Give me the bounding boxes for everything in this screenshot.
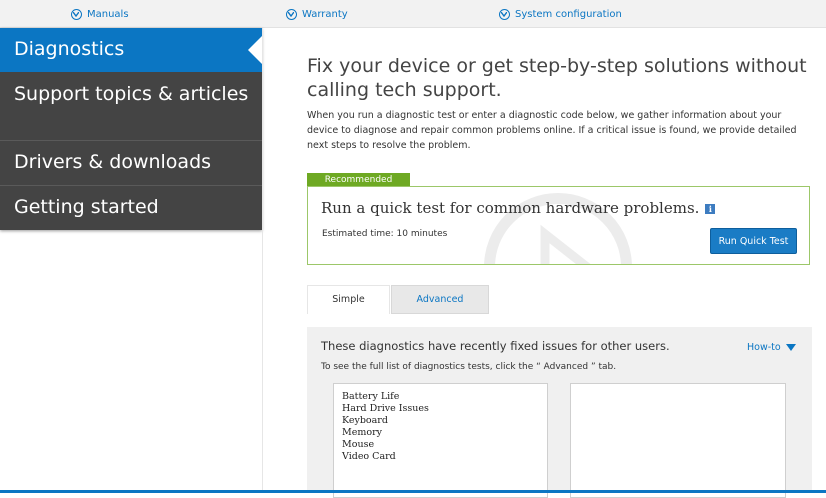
tab-simple[interactable]: Simple (307, 285, 390, 314)
tab-advanced[interactable]: Advanced (391, 285, 489, 314)
page-title: Fix your device or get step-by-step solu… (307, 55, 807, 101)
how-to-link[interactable]: How-to (747, 342, 796, 353)
manuals-label: Manuals (87, 8, 129, 20)
chevron-down-icon (71, 8, 82, 20)
intro-text: When you run a diagnostic test or enter … (307, 110, 797, 151)
list-item[interactable]: Keyboard (342, 415, 539, 427)
sidebar-item-getting-started[interactable]: Getting started (0, 196, 262, 219)
panel-title: These diagnostics have recently fixed is… (321, 339, 670, 353)
info-icon[interactable]: i (705, 204, 716, 214)
warranty-link[interactable]: Warranty (286, 6, 348, 22)
list-item[interactable]: Battery Life (342, 391, 539, 403)
chevron-down-icon (286, 8, 297, 20)
panel-subtitle: To see the full list of diagnostics test… (321, 362, 617, 372)
caret-down-icon (785, 344, 796, 351)
chevron-down-icon (499, 8, 510, 20)
sidebar-divider (0, 140, 262, 141)
quick-test-title-text: Run a quick test for common hardware pro… (321, 199, 700, 217)
sidebar-item-label: Support topics & articles (14, 83, 249, 105)
sidebar-item-label: Diagnostics (14, 38, 125, 60)
list-item[interactable]: Memory (342, 427, 539, 439)
recommended-badge: Recommended (307, 173, 410, 187)
system-configuration-label: System configuration (515, 8, 622, 20)
sidebar-item-label: Drivers & downloads (14, 151, 212, 173)
top-nav-bar: Manuals Warranty System configuration (0, 0, 826, 28)
sidebar-item-diagnostics[interactable]: Diagnostics (0, 28, 262, 72)
diagnostics-list[interactable]: Battery Life Hard Drive Issues Keyboard … (333, 383, 548, 498)
list-item[interactable]: Mouse (342, 439, 539, 451)
estimated-time: Estimated time: 10 minutes (322, 229, 448, 239)
active-pointer-arrow (248, 36, 262, 64)
how-to-label: How-to (747, 342, 781, 353)
warranty-label: Warranty (302, 8, 348, 20)
sidebar: Diagnostics Support topics & articles Dr… (0, 28, 262, 230)
sidebar-item-support-topics[interactable]: Support topics & articles (0, 83, 262, 106)
list-item[interactable]: Video Card (342, 451, 539, 463)
list-item[interactable]: Hard Drive Issues (342, 403, 539, 415)
system-configuration-link[interactable]: System configuration (499, 6, 622, 22)
diagnostic-detail-box (570, 383, 786, 498)
diagnostics-panel: These diagnostics have recently fixed is… (307, 327, 812, 498)
manuals-link[interactable]: Manuals (71, 6, 129, 22)
quick-test-card: Run a quick test for common hardware pro… (307, 186, 810, 265)
run-quick-test-button[interactable]: Run Quick Test (710, 228, 797, 254)
content-divider (262, 28, 263, 493)
sidebar-item-label: Getting started (14, 196, 159, 218)
quick-test-title: Run a quick test for common hardware pro… (321, 199, 716, 217)
sidebar-item-drivers-downloads[interactable]: Drivers & downloads (0, 151, 262, 174)
sidebar-divider (0, 185, 262, 186)
